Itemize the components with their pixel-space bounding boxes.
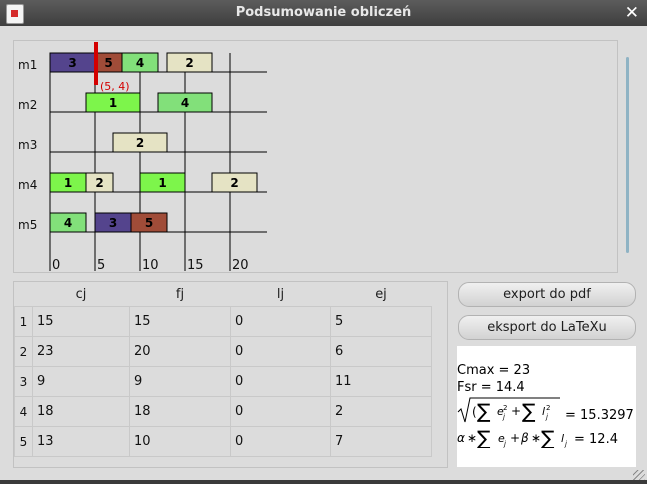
row-number-header [15,282,33,307]
svg-text:j: j [503,440,506,448]
svg-text:∑: ∑ [541,426,555,448]
x-tick-label: 20 [232,258,249,272]
task-label: 5 [104,56,112,70]
time-marker-label: (5, 4) [100,80,130,93]
cell-ej[interactable]: 11 [330,366,432,397]
task-label: 2 [185,56,193,70]
cell-fj[interactable]: 20 [129,336,231,367]
svg-text:+: + [511,404,521,418]
cell-lj[interactable]: 0 [230,396,331,427]
cell-lj[interactable]: 0 [230,306,331,337]
x-tick-label: 0 [52,258,60,272]
row-number: 4 [14,396,33,427]
time-marker[interactable] [94,42,98,85]
svg-text:j: j [545,413,548,421]
weighted-formula-value: = 12.4 [574,432,618,447]
machine-label: m5 [18,218,37,232]
task-label: 2 [136,136,144,150]
export-latex-button[interactable]: eksport do LaTeXu [458,315,636,340]
svg-text:(: ( [472,405,477,419]
cell-ej[interactable]: 5 [330,306,432,337]
cell-cj[interactable]: 13 [32,426,130,457]
task-label: 4 [136,56,144,70]
x-tick-label: 5 [97,258,105,272]
task-label: 2 [230,176,238,190]
cell-fj[interactable]: 18 [129,396,231,427]
machine-label: m2 [18,98,37,112]
task-label: 4 [181,96,189,110]
svg-text:∑: ∑ [522,399,536,423]
results-table-panel: cj fj lj ej 1 15 15 0 5 2 23 20 0 6 3 9 … [13,281,448,468]
svg-text:j: j [564,440,567,448]
task-label: 3 [68,56,76,70]
svg-text:+: + [510,431,520,445]
svg-text:∗: ∗ [467,431,477,445]
task-label: 4 [64,216,72,230]
machine-label: m1 [18,58,37,72]
bottom-border [0,480,647,484]
table-row[interactable]: 3 9 9 0 11 [14,366,432,397]
task-label: 1 [158,176,166,190]
task-label: 1 [109,96,117,110]
cell-lj[interactable]: 0 [230,366,331,397]
x-tick-label: 10 [142,258,159,272]
cell-cj[interactable]: 9 [32,366,130,397]
x-tick-label: 15 [187,258,204,272]
task-label: 2 [95,176,103,190]
svg-text:β: β [520,431,529,445]
row-number: 2 [14,336,33,367]
close-icon[interactable]: ✕ [625,3,639,23]
table-row[interactable]: 5 13 10 0 7 [14,426,432,457]
svg-text:∗: ∗ [531,431,541,445]
machine-label: m3 [18,138,37,152]
vertical-scrollbar[interactable] [626,57,629,253]
fsr-value: Fsr = 14.4 [457,380,525,395]
gantt-chart-panel: m1 m2 m3 m4 m5 3 5 4 2 1 4 2 1 2 1 2 4 3 5 (5, 4) 0 5 10 15 20 [13,40,618,273]
row-number: 5 [14,426,33,457]
svg-text:l: l [561,432,564,445]
task-label: 1 [64,176,72,190]
cell-lj[interactable]: 0 [230,426,331,457]
task-label: 5 [145,216,153,230]
machine-label: m4 [18,178,37,192]
svg-text:∑: ∑ [477,399,491,423]
table-header-row: cj fj lj ej [15,282,432,307]
header-ej[interactable]: ej [331,282,432,307]
gantt-chart: m1 m2 m3 m4 m5 3 5 4 2 1 4 2 1 2 1 2 4 3 5 (5, 4) 0 5 10 15 20 [18,42,267,273]
cell-cj[interactable]: 23 [32,336,130,367]
row-number: 1 [14,306,33,337]
cell-fj[interactable]: 10 [129,426,231,457]
header-fj[interactable]: fj [130,282,231,307]
cell-cj[interactable]: 15 [32,306,130,337]
svg-text:l: l [542,405,545,418]
table-row[interactable]: 1 15 15 0 5 [14,306,432,337]
table-row[interactable]: 2 23 20 0 6 [14,336,432,367]
table-row[interactable]: 4 18 18 0 2 [14,396,432,427]
sqrt-formula-image: ( ∑ e j 2 + ∑ l j 2 [457,397,560,423]
svg-text:2: 2 [503,404,507,412]
cell-cj[interactable]: 18 [32,396,130,427]
sqrt-formula-value: = 15.3297 [565,408,634,423]
formula-panel: Cmax = 23 Fsr = 14.4 ( ∑ e j 2 + ∑ l j 2… [457,346,636,467]
row-number: 3 [14,366,33,397]
cell-lj[interactable]: 0 [230,336,331,367]
cell-ej[interactable]: 2 [330,396,432,427]
svg-text:2: 2 [546,404,550,412]
svg-text:j: j [502,413,505,421]
results-table: cj fj lj ej 1 15 15 0 5 2 23 20 0 6 3 9 … [14,282,432,457]
window-title: Podsumowanie obliczeń [235,5,412,20]
cell-fj[interactable]: 9 [129,366,231,397]
svg-text:∑: ∑ [477,426,491,448]
header-cj[interactable]: cj [33,282,130,307]
cmax-value: Cmax = 23 [457,363,531,378]
cell-fj[interactable]: 15 [129,306,231,337]
title-bar: Podsumowanie obliczeń ✕ [0,0,647,26]
svg-text:α: α [457,431,465,445]
task-label: 3 [109,216,117,230]
cell-ej[interactable]: 7 [330,426,432,457]
header-lj[interactable]: lj [231,282,331,307]
cell-ej[interactable]: 6 [330,336,432,367]
export-pdf-button[interactable]: export do pdf [458,282,636,307]
